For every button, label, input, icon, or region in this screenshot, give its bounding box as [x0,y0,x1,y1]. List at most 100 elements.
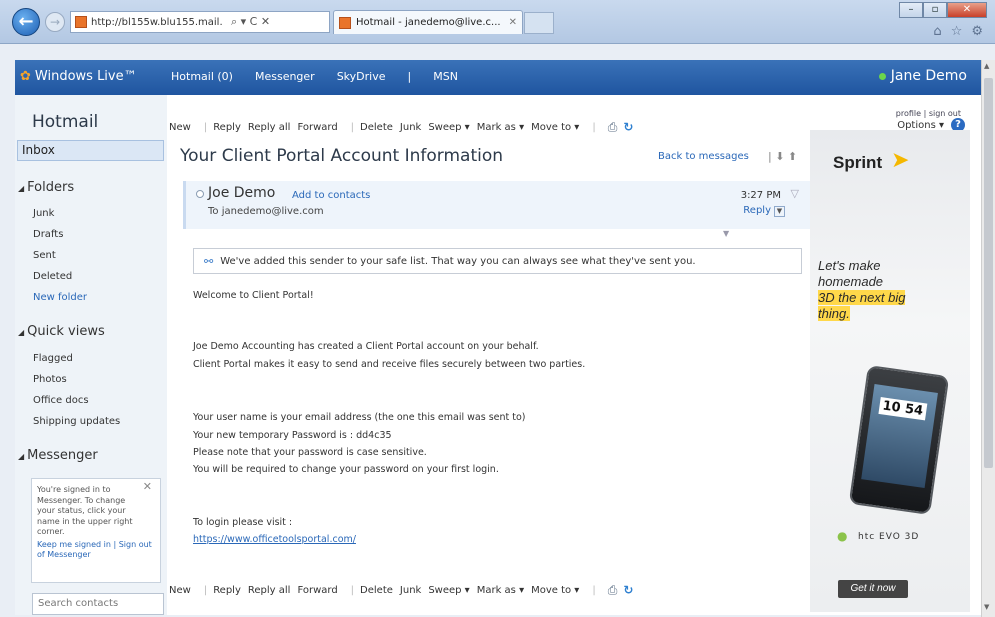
collapse-triangle-icon: ◢ [18,452,25,461]
phone-screen: 10 54 [861,384,938,489]
home-icon[interactable]: ⌂ [933,24,941,39]
user-menu[interactable]: Jane Demo [878,68,967,84]
messenger-heading[interactable]: ◢ Messenger [18,448,98,463]
back-button[interactable]: ← [12,8,40,36]
tab-close-icon[interactable]: ✕ [509,17,517,28]
options-menu[interactable]: Options ▾ [897,120,944,131]
sidebar-item-shipping-updates[interactable]: Shipping updates [33,416,120,427]
address-controls[interactable]: ⌕ ▾ C ✕ [231,15,270,29]
junk-button[interactable]: Junk [400,122,421,133]
mark-as-button[interactable]: Mark as ▾ [477,122,524,133]
message-toolbar-bottom: New | Reply Reply all Forward | Delete J… [169,580,633,600]
forward-message-button[interactable]: Forward [297,585,337,596]
portal-link[interactable]: https://www.officetoolsportal.com/ [193,534,356,545]
sweep-button[interactable]: Sweep ▾ [428,585,469,596]
delete-button[interactable]: Delete [360,122,393,133]
back-to-messages-link[interactable]: Back to messages [658,151,749,162]
ad-brand: Sprint [833,153,883,172]
mark-as-button[interactable]: Mark as ▾ [477,585,524,596]
get-it-now-button[interactable]: Get it now [838,580,908,598]
messenger-status-text: You're signed in to Messenger. To change… [37,485,133,536]
reply-all-button[interactable]: Reply all [248,122,291,133]
sidebar-item-drafts[interactable]: Drafts [33,229,63,240]
toolbar-separator: | [203,121,208,133]
reply-label[interactable]: Reply [743,205,771,216]
reply-all-button[interactable]: Reply all [248,585,291,596]
tab-hotmail[interactable]: Hotmail - janedemo@live.c... ✕ [333,10,523,34]
reply-button[interactable]: Reply [213,122,241,133]
scroll-down-icon[interactable]: ▼ [984,603,989,611]
close-window-button[interactable]: ✕ [947,2,987,18]
sweep-button[interactable]: Sweep ▾ [428,122,469,133]
messenger-links[interactable]: Keep me signed in | Sign out of Messenge… [37,540,155,561]
user-name[interactable]: Jane Demo [891,68,967,84]
nav-separator: | [407,70,412,83]
scroll-up-icon[interactable]: ▲ [984,62,989,70]
info-icon: ⚯ [204,254,214,268]
forward-button[interactable]: → [45,12,65,32]
forward-message-button[interactable]: Forward [297,122,337,133]
reply-button[interactable]: Reply [213,585,241,596]
nav-skydrive[interactable]: SkyDrive [337,70,386,83]
refresh-icon[interactable]: ↻ [623,120,633,134]
nav-hotmail[interactable]: Hotmail (0) [171,70,233,83]
message-time: 3:27 PM [740,190,781,201]
sender-name[interactable]: Joe Demo [208,185,275,201]
new-tab-button[interactable] [524,12,554,34]
page-scrollbar[interactable]: ▲ ▼ [981,60,995,617]
scrollbar-thumb[interactable] [984,78,993,468]
toolbar-separator: | [203,584,208,596]
refresh-icon[interactable]: ↻ [623,583,633,597]
reply-menu[interactable]: Reply ▼ [743,205,785,217]
chevron-down-icon[interactable]: ▼ [774,206,785,217]
profile-links[interactable]: profile | sign out [896,109,961,118]
browser-tools: ⌂ ☆ ⚙ [933,24,983,39]
sprint-logo-icon: ➤ [891,148,910,173]
move-to-button[interactable]: Move to ▾ [531,585,579,596]
delete-button[interactable]: Delete [360,585,393,596]
quick-views-heading[interactable]: ◢ Quick views [18,324,105,339]
expand-icon[interactable]: ▼ [723,229,729,238]
ad-headline: Let's make homemade 3D the next big thin… [818,258,958,322]
ad-highlight: thing. [818,306,850,321]
sidebar-item-photos[interactable]: Photos [33,374,67,385]
browser-titlebar: ← → http://bl155w.blu155.mail. ⌕ ▾ C ✕ H… [0,0,995,44]
nav-msn[interactable]: MSN [433,70,458,83]
sidebar-item-flagged[interactable]: Flagged [33,353,73,364]
message-nav-arrows[interactable]: | ⬇ ⬆ [768,150,797,163]
phone-brand: htc EVO 3D [858,532,920,542]
hotmail-tab-icon [339,16,351,29]
ad-highlight: 3D the next big [818,290,906,305]
windows-live-logo-icon: ✿ [20,69,31,84]
sidebar-item-deleted[interactable]: Deleted [33,271,72,282]
windows-live-logo[interactable]: ✿ Windows Live™ [20,69,137,84]
print-icon[interactable]: ⎙ [608,120,618,135]
junk-button[interactable]: Junk [400,585,421,596]
new-button[interactable]: New [169,585,191,596]
favorites-star-icon[interactable]: ☆ [951,24,963,39]
address-bar[interactable]: http://bl155w.blu155.mail. ⌕ ▾ C ✕ [70,11,330,33]
tools-gear-icon[interactable]: ⚙ [971,24,983,39]
nav-messenger[interactable]: Messenger [255,70,315,83]
move-to-button[interactable]: Move to ▾ [531,122,579,133]
search-contacts-input[interactable]: Search contacts [32,593,164,615]
folders-heading[interactable]: ◢ Folders [18,180,74,195]
address-url[interactable]: http://bl155w.blu155.mail. [91,17,227,28]
body-greeting: Welcome to Client Portal! [193,290,314,301]
sidebar-item-office-docs[interactable]: Office docs [33,395,89,406]
message-header: Joe Demo Add to contacts To janedemo@liv… [183,181,811,229]
add-to-contacts-link[interactable]: Add to contacts [292,190,370,201]
sidebar-item-inbox[interactable]: Inbox [17,140,164,161]
body-paragraph-line: Client Portal makes it easy to send and … [193,359,586,370]
maximize-button[interactable]: ▫ [923,2,947,18]
new-folder-link[interactable]: New folder [33,292,87,303]
minimize-button[interactable]: – [899,2,923,18]
print-icon[interactable]: ⎙ [608,583,618,598]
sidebar-item-sent[interactable]: Sent [33,250,56,261]
flag-icon[interactable]: ▽ [791,187,799,200]
new-button[interactable]: New [169,122,191,133]
quick-views-heading-label: Quick views [27,324,105,339]
close-icon[interactable]: ✕ [143,481,152,493]
hotmail-brand[interactable]: Hotmail [32,112,98,132]
sidebar-item-junk[interactable]: Junk [33,208,54,219]
